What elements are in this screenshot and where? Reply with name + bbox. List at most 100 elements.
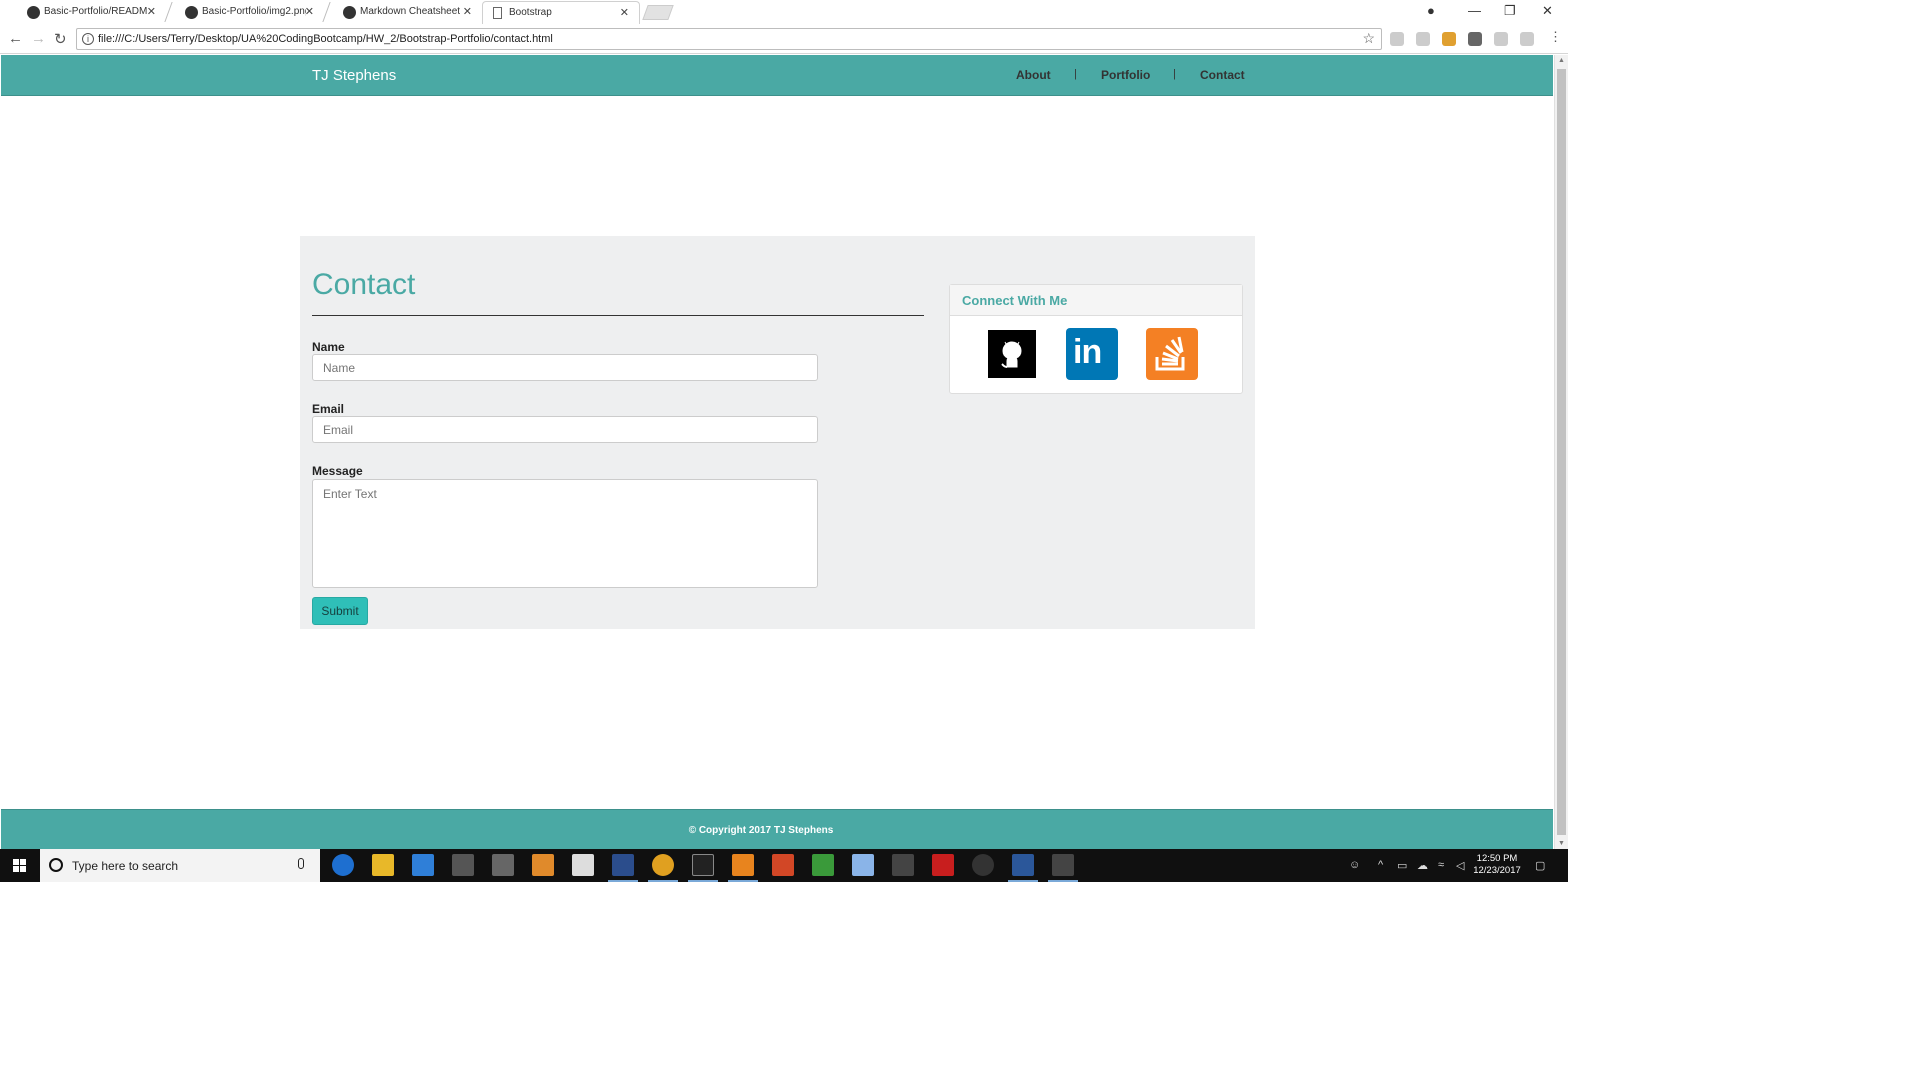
nav-link-about[interactable]: About (1016, 68, 1051, 82)
page-scrollbar[interactable]: ▲ ▼ (1554, 55, 1568, 849)
settings-icon[interactable] (892, 854, 914, 876)
scrollbar-thumb[interactable] (1557, 69, 1566, 835)
battery-icon[interactable]: ▭ (1397, 859, 1407, 872)
panel-heading: Connect With Me (950, 285, 1242, 316)
chrome-icon[interactable] (652, 854, 674, 876)
file-explorer-icon[interactable] (372, 854, 394, 876)
close-window-icon[interactable]: ✕ (1542, 3, 1553, 19)
close-icon[interactable]: ✕ (147, 5, 156, 18)
extension-icon[interactable] (1520, 32, 1534, 46)
close-icon[interactable]: ✕ (620, 6, 629, 19)
extension-icon[interactable] (1390, 32, 1404, 46)
back-icon[interactable]: ← (8, 30, 23, 47)
running-indicator (1048, 880, 1078, 882)
scroll-down-icon[interactable]: ▼ (1558, 840, 1565, 847)
app-icon[interactable] (852, 854, 874, 876)
connect-panel: Connect With Me in (949, 284, 1243, 394)
contact-section: Contact Name Email Message Submit Connec… (300, 236, 1255, 629)
sublime-icon[interactable] (732, 854, 754, 876)
extension-icon[interactable] (1494, 32, 1508, 46)
github-icon[interactable] (988, 330, 1036, 378)
terminal-icon[interactable] (692, 854, 714, 876)
running-indicator (1008, 880, 1038, 882)
photos-icon[interactable] (1052, 854, 1074, 876)
browser-tab[interactable]: Basic-Portfolio/README ✕ (8, 1, 166, 24)
people-icon[interactable]: ☺ (1349, 859, 1360, 871)
clock-time: 12:50 PM (1476, 853, 1518, 864)
tab-label: Basic-Portfolio/img2.png (202, 6, 306, 17)
tab-label: Markdown Cheatsheet · a (360, 6, 464, 17)
github-icon (343, 6, 356, 19)
copyright-text: © Copyright 2017 TJ Stephens (688, 825, 834, 836)
app-icon[interactable] (452, 854, 474, 876)
start-button[interactable] (0, 849, 40, 882)
onedrive-icon[interactable]: ☁ (1417, 859, 1428, 872)
browser-tab[interactable]: Markdown Cheatsheet · a ✕ (324, 1, 482, 24)
site-footer: © Copyright 2017 TJ Stephens (1, 809, 1553, 849)
search-placeholder: Type here to search (72, 859, 179, 873)
scroll-up-icon[interactable]: ▲ (1558, 57, 1565, 64)
taskbar-search-box[interactable]: Type here to search (40, 849, 320, 882)
bookmark-star-icon[interactable]: ☆ (1362, 30, 1375, 47)
stackoverflow-icon[interactable] (1146, 328, 1198, 380)
forward-icon[interactable]: → (31, 30, 46, 47)
running-indicator (608, 880, 638, 882)
powerpoint-icon[interactable] (772, 854, 794, 876)
close-icon[interactable]: ✕ (305, 5, 314, 18)
action-center-icon[interactable]: ▢ (1535, 859, 1545, 872)
github-icon (185, 6, 198, 19)
extension-icon[interactable] (1468, 32, 1482, 46)
url-text: file:///C:/Users/Terry/Desktop/UA%20Codi… (98, 33, 553, 45)
cortana-icon (49, 858, 63, 872)
close-icon[interactable]: ✕ (463, 5, 472, 18)
running-indicator (728, 880, 758, 882)
media-icon[interactable] (532, 854, 554, 876)
extension-icon[interactable] (1442, 32, 1456, 46)
app-icon[interactable] (812, 854, 834, 876)
restore-icon[interactable]: ❐ (1504, 3, 1516, 19)
address-bar[interactable]: i file:///C:/Users/Terry/Desktop/UA%20Co… (76, 28, 1382, 50)
edge-icon[interactable] (332, 854, 354, 876)
browser-toolbar: ← → ↻ i file:///C:/Users/Terry/Desktop/U… (0, 24, 1568, 54)
microphone-icon[interactable] (298, 858, 304, 869)
wifi-icon[interactable]: ≈ (1438, 859, 1444, 871)
linkedin-icon[interactable]: in (1066, 328, 1118, 380)
extension-icon[interactable] (1416, 32, 1430, 46)
acrobat-icon[interactable] (932, 854, 954, 876)
word-icon[interactable] (1012, 854, 1034, 876)
document-icon (493, 7, 502, 19)
name-label: Name (312, 340, 345, 354)
site-brand[interactable]: TJ Stephens (312, 67, 396, 84)
nav-separator: | (1074, 68, 1077, 80)
info-icon[interactable]: i (82, 33, 94, 45)
browser-tab-active[interactable]: Bootstrap ✕ (482, 1, 640, 24)
nav-link-portfolio[interactable]: Portfolio (1101, 68, 1150, 82)
running-indicator (648, 880, 678, 882)
browser-tab[interactable]: Basic-Portfolio/img2.png ✕ (166, 1, 324, 24)
app-icon[interactable] (972, 854, 994, 876)
page-title: Contact (312, 268, 416, 301)
browser-tab-strip: Basic-Portfolio/README ✕ Basic-Portfolio… (0, 0, 1568, 24)
web-page: TJ Stephens About | Portfolio | Contact … (0, 55, 1554, 849)
mail-icon[interactable] (572, 854, 594, 876)
tab-label: Basic-Portfolio/README (44, 6, 148, 17)
app-icon[interactable] (492, 854, 514, 876)
minimize-icon[interactable]: — (1468, 3, 1481, 18)
windows-taskbar: Type here to search ☺ ^ ▭ ☁ ≈ ◁ 12:50 PM… (0, 849, 1568, 882)
taskbar-clock[interactable]: 12:50 PM 12/23/2017 (1467, 853, 1527, 877)
submit-button[interactable]: Submit (312, 597, 368, 625)
site-navbar: TJ Stephens About | Portfolio | Contact (1, 55, 1553, 96)
new-tab-button[interactable] (642, 5, 674, 20)
volume-icon[interactable]: ◁ (1456, 859, 1464, 872)
email-input[interactable] (312, 416, 818, 443)
message-textarea[interactable] (312, 479, 818, 588)
store-icon[interactable] (412, 854, 434, 876)
nav-link-contact[interactable]: Contact (1200, 68, 1245, 82)
name-input[interactable] (312, 354, 818, 381)
chevron-up-icon[interactable]: ^ (1378, 859, 1383, 871)
profile-icon[interactable]: ● (1427, 3, 1435, 18)
visual-studio-icon[interactable] (612, 854, 634, 876)
menu-icon[interactable]: ⋮ (1549, 29, 1562, 45)
linkedin-logo-text: in (1073, 333, 1102, 371)
reload-icon[interactable]: ↻ (54, 30, 67, 48)
